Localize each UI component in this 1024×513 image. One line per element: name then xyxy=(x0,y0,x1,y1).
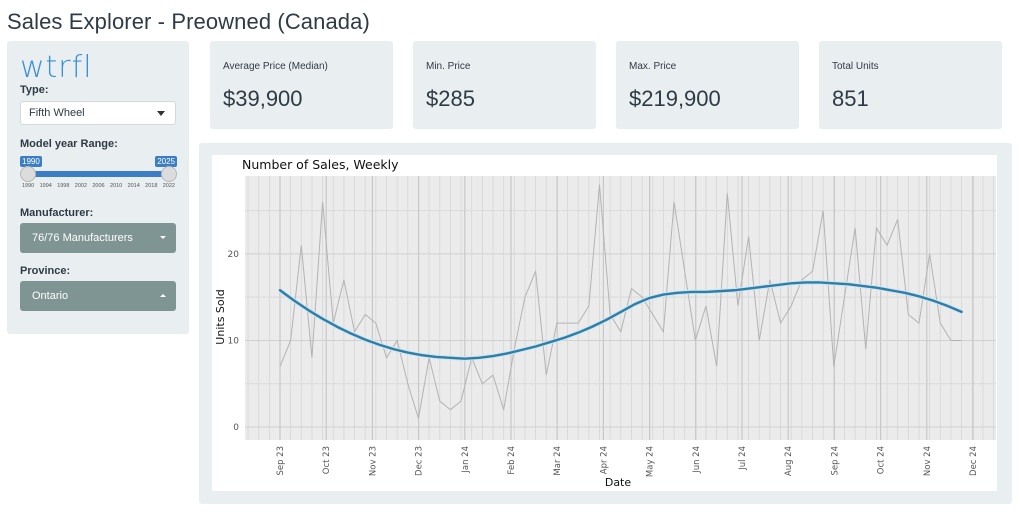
slider-tick-label: 1990 xyxy=(22,183,35,189)
chart-svg: Number of Sales, Weekly Date Units Sold … xyxy=(214,157,996,489)
weekly-sales-chart: Number of Sales, Weekly Date Units Sold … xyxy=(212,155,997,491)
page-title: Sales Explorer - Preowned (Canada) xyxy=(7,9,370,34)
province-select[interactable]: Ontario xyxy=(20,281,176,311)
slider-tick-label: 1998 xyxy=(57,183,70,189)
y-tick-label: 0 xyxy=(233,423,239,433)
wtrfl-logo: wtrfl xyxy=(20,50,93,85)
x-axis-label: Date xyxy=(605,476,632,489)
x-tick-label: Nov 24 xyxy=(923,446,933,476)
province-select-value: Ontario xyxy=(32,290,69,302)
x-tick-label: Feb 24 xyxy=(507,446,517,475)
x-tick-label: Jul 24 xyxy=(738,446,748,471)
slider-tick-label: 2006 xyxy=(92,183,105,189)
stat-label: Max. Price xyxy=(629,61,677,72)
x-tick-label: Apr 24 xyxy=(599,446,609,474)
caret-down-icon xyxy=(157,111,165,116)
slider-track[interactable] xyxy=(28,171,169,177)
province-label: Province: xyxy=(20,265,71,277)
manufacturer-label: Manufacturer: xyxy=(20,207,94,219)
x-tick-label: Oct 24 xyxy=(877,446,887,474)
x-tick-label: Dec 24 xyxy=(969,446,979,476)
stat-value: $285 xyxy=(426,86,475,111)
chart-panel: Number of Sales, Weekly Date Units Sold … xyxy=(199,143,1012,504)
slider-tick-label: 1994 xyxy=(39,183,52,189)
y-tick-label: 10 xyxy=(228,336,240,346)
stat-label: Min. Price xyxy=(426,61,471,72)
y-axis-label: Units Sold xyxy=(214,289,227,344)
stat-card-min-price: Min. Price $285 xyxy=(413,41,596,129)
model-year-label: Model year Range: xyxy=(20,138,118,150)
stat-value: $39,900 xyxy=(223,86,303,111)
slider-from-badge: 1990 xyxy=(20,156,42,167)
manufacturer-select[interactable]: 76/76 Manufacturers xyxy=(20,223,176,253)
stat-label: Total Units xyxy=(832,61,879,72)
manufacturer-select-value: 76/76 Manufacturers xyxy=(32,232,133,244)
slider-tick-label: 2010 xyxy=(109,183,123,189)
stat-card-max-price: Max. Price $219,900 xyxy=(616,41,799,129)
x-tick-label: Mar 24 xyxy=(553,446,563,476)
model-year-slider[interactable]: 1990 2025 1990 1994 1998 2002 2006 2010 2014 20… xyxy=(20,156,177,196)
x-tick-label: Sep 24 xyxy=(830,446,840,476)
slider-tick-label: 2022 xyxy=(162,183,175,189)
stat-value: 851 xyxy=(832,86,869,111)
x-tick-label: Nov 23 xyxy=(368,446,378,476)
x-tick-label: Sep 23 xyxy=(276,446,286,476)
x-tick-label: Aug 24 xyxy=(784,446,794,476)
slider-handle-from[interactable] xyxy=(20,166,36,182)
slider-tick-labels: 1990 1994 1998 2002 2006 2010 2014 2018 2022 xyxy=(20,183,177,189)
x-tick-label: Oct 23 xyxy=(322,446,332,474)
chart-title: Number of Sales, Weekly xyxy=(242,157,399,172)
y-tick-label: 20 xyxy=(228,250,240,260)
type-select-value: Fifth Wheel xyxy=(29,107,85,119)
slider-tick-label: 2002 xyxy=(74,183,88,189)
plot-area: Sep 23 Oct 23 Nov 23 Dec 23 Jan 24 Feb 24 Mar … xyxy=(228,176,996,477)
x-tick-label: Jun 24 xyxy=(692,446,702,474)
x-tick-label: Jan 24 xyxy=(461,446,471,474)
caret-up-icon xyxy=(160,294,166,297)
stat-card-average-price: Average Price (Median) $39,900 xyxy=(210,41,393,129)
x-tick-label: May 24 xyxy=(646,446,656,477)
filter-sidebar: wtrfl Type: Fifth Wheel Model year Range… xyxy=(7,41,189,334)
x-tick-label: Dec 23 xyxy=(415,446,425,476)
slider-tick-label: 2018 xyxy=(145,183,158,189)
type-label: Type: xyxy=(20,84,49,96)
stat-value: $219,900 xyxy=(629,86,721,111)
caret-down-icon xyxy=(160,236,166,239)
type-select[interactable]: Fifth Wheel xyxy=(20,101,176,125)
slider-handle-to[interactable] xyxy=(161,166,177,182)
stat-card-total-units: Total Units 851 xyxy=(819,41,1002,129)
stat-label: Average Price (Median) xyxy=(223,61,328,72)
slider-tick-label: 2014 xyxy=(127,183,140,189)
